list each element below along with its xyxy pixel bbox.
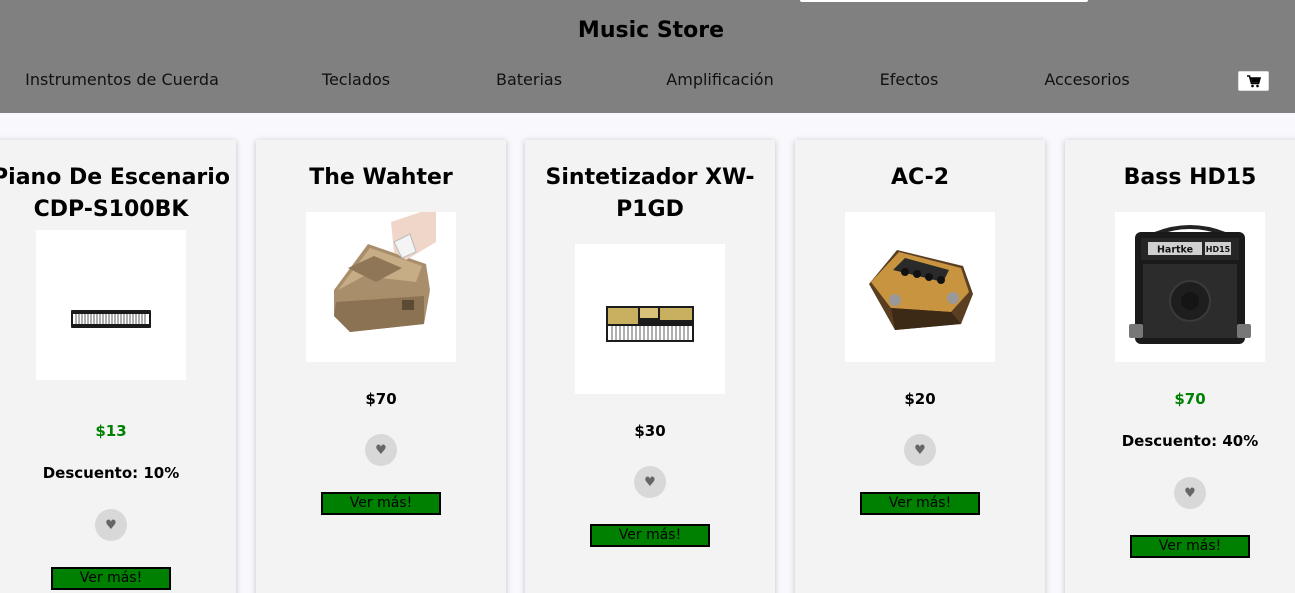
product-discount: Descuento: 10% [42,464,180,482]
product-card: The Wahter $70 ♥ Ver más! [256,140,506,593]
product-image [575,244,725,394]
cart-button[interactable] [1238,71,1269,91]
nav-amplificacion[interactable]: Amplificación [666,70,773,89]
amp-model-label: HD15 [1206,245,1231,254]
heart-icon: ♥ [914,442,926,458]
store-title: Music Store [577,18,725,43]
product-discount: Descuento: 40% [1121,432,1259,450]
favorite-button[interactable]: ♥ [634,466,666,498]
ver-mas-button[interactable]: Ver más! [51,567,171,590]
product-price: $20 [904,390,936,408]
ver-mas-button[interactable]: Ver más! [321,492,441,515]
heart-icon: ♥ [105,517,117,533]
ver-mas-button[interactable]: Ver más! [590,524,710,547]
nav-instrumentos-de-cuerda[interactable]: Instrumentos de Cuerda [25,70,219,89]
ver-mas-button[interactable]: Ver más! [1130,535,1250,558]
favorite-button[interactable]: ♥ [1174,477,1206,509]
nav-accesorios[interactable]: Accesorios [1044,70,1129,89]
nav-teclados[interactable]: Teclados [322,70,390,89]
product-title: Piano De Escenario CDP-S100BK [0,165,230,222]
product-image [36,230,186,380]
heart-icon: ♥ [644,474,656,490]
product-image: Hartke HD15 [1115,212,1265,362]
site-header: Music Store Instrumentos de Cuerda Tecla… [0,0,1295,113]
product-image [306,212,456,362]
product-price: $13 [95,422,127,440]
favorite-button[interactable]: ♥ [904,434,936,466]
heart-icon: ♥ [375,442,387,458]
nav-efectos[interactable]: Efectos [880,70,939,89]
top-white-bar [800,0,1088,2]
cart-icon [1246,74,1261,87]
favorite-button[interactable]: ♥ [365,434,397,466]
product-price: $30 [634,422,666,440]
nav-baterias[interactable]: Baterias [496,70,562,89]
favorite-button[interactable]: ♥ [95,509,127,541]
product-price: $70 [365,390,397,408]
product-title: Bass HD15 [1123,165,1257,190]
product-title: The Wahter [309,165,453,190]
product-card: Bass HD15 Hartke HD15 $70 Descuento: 40%… [1065,140,1295,593]
ver-mas-button[interactable]: Ver más! [860,492,980,515]
product-image [845,212,995,362]
product-title: AC-2 [890,165,950,190]
product-price: $70 [1174,390,1206,408]
heart-icon: ♥ [1184,485,1196,501]
product-card: Piano De Escenario CDP-S100BK $13 Descue… [0,140,236,593]
product-card: Sintetizador XW-P1GD $30 ♥ Ver más! [525,140,775,593]
product-card: AC-2 $20 ♥ Ver más! [795,140,1045,593]
amp-brand-label: Hartke [1157,245,1193,256]
product-title: Sintetizador XW-P1GD [545,165,755,222]
